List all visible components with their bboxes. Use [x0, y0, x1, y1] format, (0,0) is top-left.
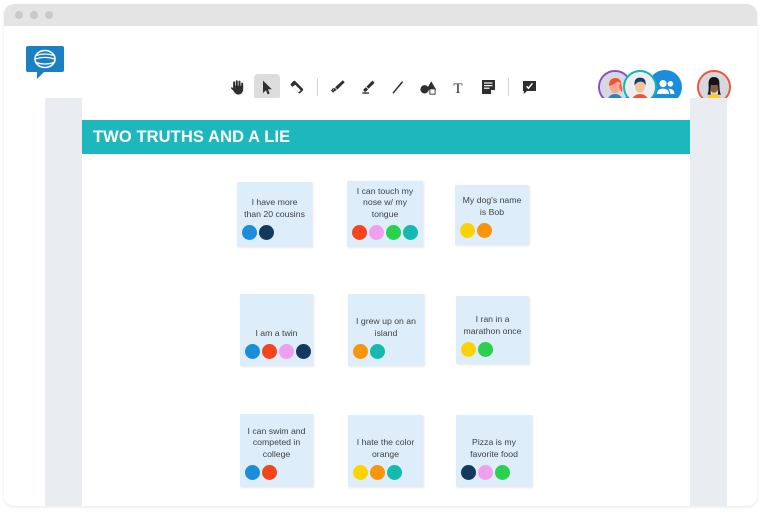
vote-dot[interactable] [245, 465, 260, 480]
sticky-note-text: I grew up on an island [356, 316, 416, 338]
vote-dot[interactable] [242, 225, 257, 240]
maximize-button[interactable] [45, 11, 53, 19]
vote-dot[interactable] [477, 223, 492, 238]
vote-dot[interactable] [353, 465, 368, 480]
board-sheet: TWO TRUTHS AND A LIE I have more than 20… [82, 98, 690, 506]
vote-dot[interactable] [262, 465, 277, 480]
vote-dot[interactable] [478, 342, 493, 357]
vote-dot[interactable] [370, 344, 385, 359]
vote-dot[interactable] [262, 344, 277, 359]
vote-dot[interactable] [478, 465, 493, 480]
whiteboard-canvas[interactable]: TWO TRUTHS AND A LIE I have more than 20… [45, 98, 727, 506]
sticky-note-text: I ran in a marathon once [463, 314, 522, 336]
sticky-note[interactable]: I ran in a marathon once [456, 296, 529, 364]
vote-dots [460, 223, 492, 238]
sticky-note[interactable]: My dog's name is Bob [455, 185, 529, 245]
tool-eraser[interactable] [284, 74, 310, 100]
sticky-note-text: I can touch my nose w/ my tongue [356, 185, 414, 219]
sticky-note[interactable]: I have more than 20 cousins [237, 182, 312, 247]
vote-dots [461, 465, 510, 480]
minimize-button[interactable] [30, 11, 38, 19]
sticky-note[interactable]: Pizza is my favorite food [456, 415, 532, 487]
vote-dots [353, 344, 385, 359]
tool-highlighter[interactable] [355, 74, 381, 100]
sticky-note[interactable]: I can swim and competed in college [240, 414, 313, 487]
app-toolbar-bar: T [4, 26, 757, 104]
drawing-toolbar: T [222, 74, 544, 100]
vote-dots [461, 342, 493, 357]
sticky-note[interactable]: I can touch my nose w/ my tongue [347, 181, 423, 247]
vote-dot[interactable] [387, 465, 402, 480]
svg-text:T: T [453, 81, 462, 95]
vote-dot[interactable] [461, 342, 476, 357]
vote-dots [352, 225, 418, 240]
vote-dots [245, 344, 311, 359]
vote-dot[interactable] [403, 225, 418, 240]
tool-pen[interactable] [325, 74, 351, 100]
sticky-note-text: My dog's name is Bob [462, 195, 522, 217]
tool-sticky-note[interactable] [475, 74, 501, 100]
window-controls [15, 11, 53, 19]
sticky-note-text: I am a twin [255, 327, 298, 338]
sticky-note[interactable]: I am a twin [240, 294, 313, 366]
vote-dot[interactable] [296, 344, 311, 359]
app-window: T TWO TRUTHS AND A LIE I have more than … [4, 4, 757, 506]
tool-pointer[interactable] [254, 74, 280, 100]
toolbar-divider [317, 78, 318, 96]
vote-dot[interactable] [353, 344, 368, 359]
vote-dot[interactable] [259, 225, 274, 240]
sticky-note-text: Pizza is my favorite food [470, 437, 518, 459]
sticky-note-text: I hate the color orange [356, 437, 415, 459]
vote-dot[interactable] [461, 465, 476, 480]
vote-dot[interactable] [386, 225, 401, 240]
sticky-notes-container: I have more than 20 cousins I can touch m… [82, 98, 690, 506]
window-titlebar [4, 4, 757, 26]
sticky-note-text: I have more than 20 cousins [244, 197, 305, 219]
tool-line[interactable] [385, 74, 411, 100]
tool-hand[interactable] [224, 74, 250, 100]
tool-shapes[interactable] [415, 74, 441, 100]
close-button[interactable] [15, 11, 23, 19]
vote-dot[interactable] [245, 344, 260, 359]
sticky-note[interactable]: I grew up on an island [348, 294, 424, 366]
vote-dot[interactable] [495, 465, 510, 480]
toolbar-divider-2 [508, 78, 509, 96]
vote-dot[interactable] [369, 225, 384, 240]
tool-text[interactable]: T [445, 74, 471, 100]
tool-comment[interactable] [516, 74, 542, 100]
vote-dots [242, 225, 274, 240]
vote-dot[interactable] [370, 465, 385, 480]
vote-dots [353, 465, 402, 480]
vote-dot[interactable] [460, 223, 475, 238]
vote-dots [245, 465, 277, 480]
speech-bubble-logo[interactable] [26, 43, 64, 81]
sticky-note-text: I can swim and competed in college [247, 425, 306, 459]
vote-dot[interactable] [279, 344, 294, 359]
vote-dot[interactable] [352, 225, 367, 240]
sticky-note[interactable]: I hate the color orange [348, 415, 423, 487]
